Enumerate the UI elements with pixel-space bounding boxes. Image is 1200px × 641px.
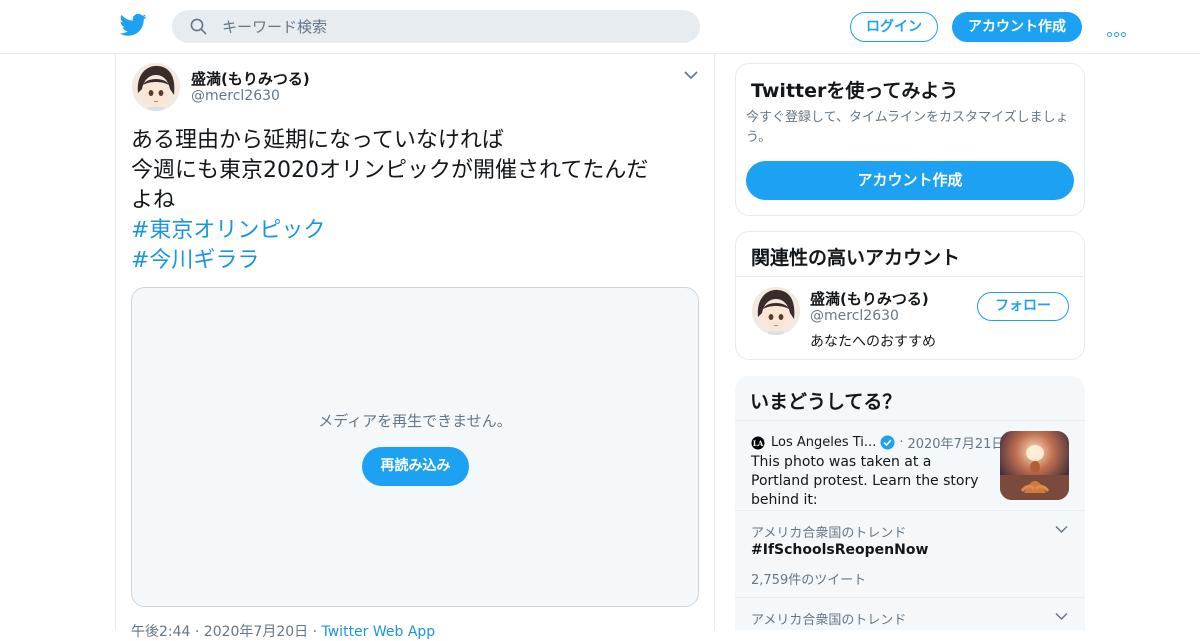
divider [735, 420, 1085, 421]
news-source-name: Los Angeles Ti... [771, 435, 877, 450]
related-avatar[interactable] [752, 287, 800, 335]
trend-context: アメリカ合衆国のトレンド [751, 613, 907, 628]
related-handle[interactable]: @mercl2630 [810, 308, 899, 324]
divider [736, 276, 1084, 277]
related-accounts-title: 関連性の高いアカウント [751, 247, 961, 269]
signup-card: Twitterを使ってみよう 今すぐ登録して、タイムラインをカスタマイズしましょ… [735, 63, 1085, 216]
tweet-text-line: ある理由から延期になっていなければ [131, 128, 504, 153]
related-accounts-card: 関連性の高いアカウント 盛満(もりみつる) @mercl2630 あなたへのおす… [735, 231, 1085, 360]
avatar[interactable] [132, 63, 180, 111]
signup-card-title: Twitterを使ってみよう [751, 80, 959, 102]
svg-text:LA: LA [753, 439, 764, 448]
media-error-message: メディアを再生できません。 [318, 412, 512, 430]
tweet-text-line: よね [131, 188, 176, 213]
search-box[interactable] [172, 10, 700, 43]
signup-card-button[interactable]: アカウント作成 [746, 161, 1074, 200]
search-icon [190, 18, 207, 35]
tweet-source-link[interactable]: Twitter Web App [322, 624, 436, 640]
signup-header-button[interactable]: アカウント作成 [952, 12, 1082, 42]
news-headline: This photo was taken at a Portland prote… [751, 454, 979, 508]
separator-dot: · [899, 435, 904, 450]
top-bar: ログイン アカウント作成 [0, 0, 1200, 54]
avatar-image [132, 63, 180, 111]
reload-button[interactable]: 再読み込み [362, 447, 469, 486]
signup-card-description: 今すぐ登録して、タイムラインをカスタマイズしましょう。 [746, 110, 1069, 145]
news-outlet-logo-icon: LA [751, 436, 765, 449]
tweet-detail: 盛満(もりみつる) @mercl2630 ある理由から延期になっていなければ 今… [115, 54, 715, 640]
trend-name: #IfSchoolsReopenNow [751, 542, 929, 558]
chevron-down-icon[interactable] [1055, 525, 1068, 534]
chevron-down-icon[interactable] [684, 70, 698, 80]
tweet-text-line: 今週にも東京2020オリンピックが開催されてたんだ [131, 158, 649, 183]
follow-button[interactable]: フォロー [977, 292, 1069, 321]
tweet-handle[interactable]: @mercl2630 [191, 88, 280, 104]
related-display-name[interactable]: 盛満(もりみつる) [810, 288, 929, 309]
news-date: 2020年7月21日 [907, 437, 1005, 452]
tweet-time[interactable]: 午後2:44 · 2020年7月20日 · [131, 624, 322, 640]
search-input[interactable] [222, 10, 682, 43]
login-button[interactable]: ログイン [850, 12, 938, 42]
trend-tweet-count: 2,759件のツイート [751, 573, 867, 588]
divider [735, 510, 1085, 511]
news-source: LA Los Angeles Ti... · 2020年7月21日 [751, 433, 1004, 452]
hashtag-link[interactable]: #今川ギララ [131, 246, 691, 276]
trends-card: いまどうしてる？ LA Los Angeles Ti... · 2020年7月2… [735, 376, 1085, 630]
tweet-display-name[interactable]: 盛満(もりみつる) [191, 68, 310, 89]
divider [735, 597, 1085, 598]
recommendation-reason: あなたへのおすすめ [810, 334, 936, 350]
trend-context: アメリカ合衆国のトレンド [751, 526, 907, 541]
news-thumbnail [1000, 431, 1069, 500]
hashtag-link[interactable]: #東京オリンピック [131, 216, 691, 246]
tweet-text: ある理由から延期になっていなければ 今週にも東京2020オリンピックが開催されて… [131, 126, 691, 276]
tweet-timestamp: 午後2:44 · 2020年7月20日 · Twitter Web App [131, 621, 435, 641]
more-options-icon[interactable] [1107, 22, 1131, 37]
chevron-down-icon[interactable] [1055, 612, 1068, 621]
trends-title: いまどうしてる？ [750, 391, 902, 413]
twitter-logo-icon[interactable] [120, 13, 147, 37]
avatar-image [752, 287, 800, 335]
media-player[interactable]: メディアを再生できません。 再読み込み [131, 287, 699, 607]
verified-badge-icon [880, 435, 895, 450]
